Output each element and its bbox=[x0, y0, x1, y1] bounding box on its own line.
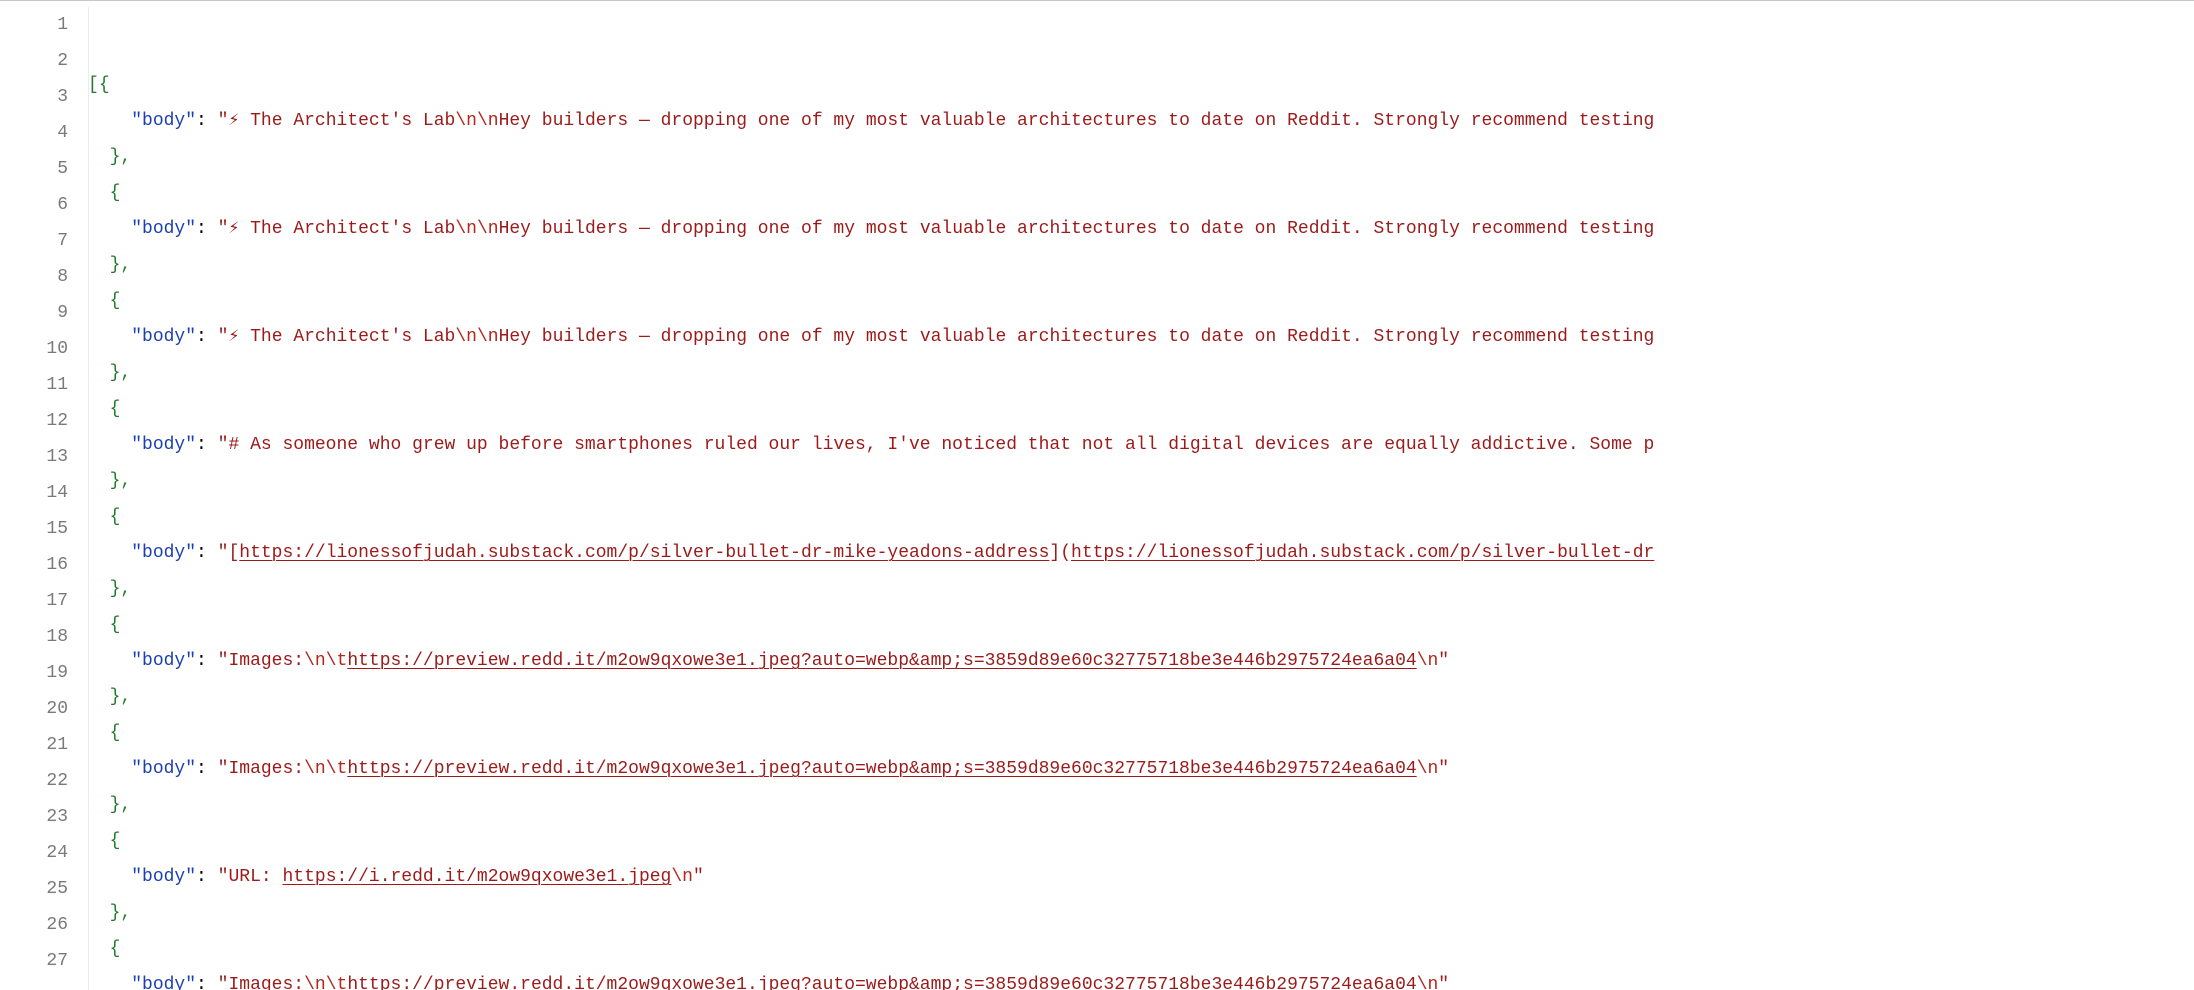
json-key: "body" bbox=[131, 111, 196, 131]
code-line[interactable]: "body": "[https://lionessofjudah.substac… bbox=[88, 535, 2194, 571]
line-number: 9 bbox=[0, 295, 68, 331]
line-number: 24 bbox=[0, 835, 68, 871]
indent-guide bbox=[88, 7, 89, 990]
line-number: 7 bbox=[0, 223, 68, 259]
line-number: 10 bbox=[0, 331, 68, 367]
line-number: 26 bbox=[0, 907, 68, 943]
line-number: 27 bbox=[0, 943, 68, 979]
code-line[interactable]: { bbox=[88, 931, 2194, 967]
url-text[interactable]: https://preview.redd.it/m2ow9qxowe3e1.jp… bbox=[347, 975, 1416, 990]
code-line[interactable]: { bbox=[88, 175, 2194, 211]
line-number: 21 bbox=[0, 727, 68, 763]
code-line[interactable]: "body": "# As someone who grew up before… bbox=[88, 427, 2194, 463]
line-number: 2 bbox=[0, 43, 68, 79]
code-line[interactable]: }, bbox=[88, 355, 2194, 391]
line-number: 18 bbox=[0, 619, 68, 655]
code-line[interactable]: { bbox=[88, 391, 2194, 427]
code-line[interactable]: "body": "Images:\n\thttps://preview.redd… bbox=[88, 967, 2194, 990]
code-line[interactable]: { bbox=[88, 823, 2194, 859]
line-number: 20 bbox=[0, 691, 68, 727]
code-area[interactable]: [{ "body": "⚡ The Architect's Lab\n\nHey… bbox=[80, 1, 2194, 990]
json-key: "body" bbox=[131, 975, 196, 990]
url-text[interactable]: https://i.redd.it/m2ow9qxowe3e1.jpeg bbox=[282, 867, 671, 887]
code-line[interactable]: }, bbox=[88, 679, 2194, 715]
url-text[interactable]: https://preview.redd.it/m2ow9qxowe3e1.jp… bbox=[347, 651, 1416, 671]
json-key: "body" bbox=[131, 867, 196, 887]
line-number: 22 bbox=[0, 763, 68, 799]
code-line[interactable]: { bbox=[88, 499, 2194, 535]
code-line[interactable]: { bbox=[88, 607, 2194, 643]
code-line[interactable]: "body": "URL: https://i.redd.it/m2ow9qxo… bbox=[88, 859, 2194, 895]
line-number: 13 bbox=[0, 439, 68, 475]
line-number: 16 bbox=[0, 547, 68, 583]
json-key: "body" bbox=[131, 435, 196, 455]
code-line[interactable]: [{ bbox=[88, 67, 2194, 103]
code-line[interactable]: "body": "Images:\n\thttps://preview.redd… bbox=[88, 751, 2194, 787]
code-line[interactable]: "body": "⚡ The Architect's Lab\n\nHey bu… bbox=[88, 319, 2194, 355]
url-text[interactable]: https://lionessofjudah.substack.com/p/si… bbox=[1071, 543, 1654, 563]
json-key: "body" bbox=[131, 651, 196, 671]
code-line[interactable]: { bbox=[88, 715, 2194, 751]
code-line[interactable]: }, bbox=[88, 787, 2194, 823]
json-key: "body" bbox=[131, 543, 196, 563]
json-key: "body" bbox=[131, 759, 196, 779]
line-number: 6 bbox=[0, 187, 68, 223]
line-number: 14 bbox=[0, 475, 68, 511]
code-line[interactable]: }, bbox=[88, 463, 2194, 499]
line-number: 12 bbox=[0, 403, 68, 439]
url-text[interactable]: https://preview.redd.it/m2ow9qxowe3e1.jp… bbox=[347, 759, 1416, 779]
line-number: 5 bbox=[0, 151, 68, 187]
line-number: 3 bbox=[0, 79, 68, 115]
url-text[interactable]: https://lionessofjudah.substack.com/p/si… bbox=[239, 543, 1049, 563]
code-line[interactable]: "body": "⚡ The Architect's Lab\n\nHey bu… bbox=[88, 211, 2194, 247]
line-number: 4 bbox=[0, 115, 68, 151]
line-number: 17 bbox=[0, 583, 68, 619]
code-line[interactable]: }, bbox=[88, 895, 2194, 931]
line-number: 8 bbox=[0, 259, 68, 295]
json-key: "body" bbox=[131, 327, 196, 347]
line-number: 23 bbox=[0, 799, 68, 835]
line-number: 15 bbox=[0, 511, 68, 547]
code-line[interactable]: "body": "Images:\n\thttps://preview.redd… bbox=[88, 643, 2194, 679]
line-number: 19 bbox=[0, 655, 68, 691]
json-key: "body" bbox=[131, 219, 196, 239]
line-number-gutter: 1234567891011121314151617181920212223242… bbox=[0, 1, 80, 990]
code-editor[interactable]: 1234567891011121314151617181920212223242… bbox=[0, 0, 2194, 990]
code-line[interactable]: }, bbox=[88, 247, 2194, 283]
line-number: 11 bbox=[0, 367, 68, 403]
code-line[interactable]: "body": "⚡ The Architect's Lab\n\nHey bu… bbox=[88, 103, 2194, 139]
code-line[interactable]: }, bbox=[88, 571, 2194, 607]
line-number: 25 bbox=[0, 871, 68, 907]
line-number: 1 bbox=[0, 7, 68, 43]
code-line[interactable]: { bbox=[88, 283, 2194, 319]
code-line[interactable]: }, bbox=[88, 139, 2194, 175]
